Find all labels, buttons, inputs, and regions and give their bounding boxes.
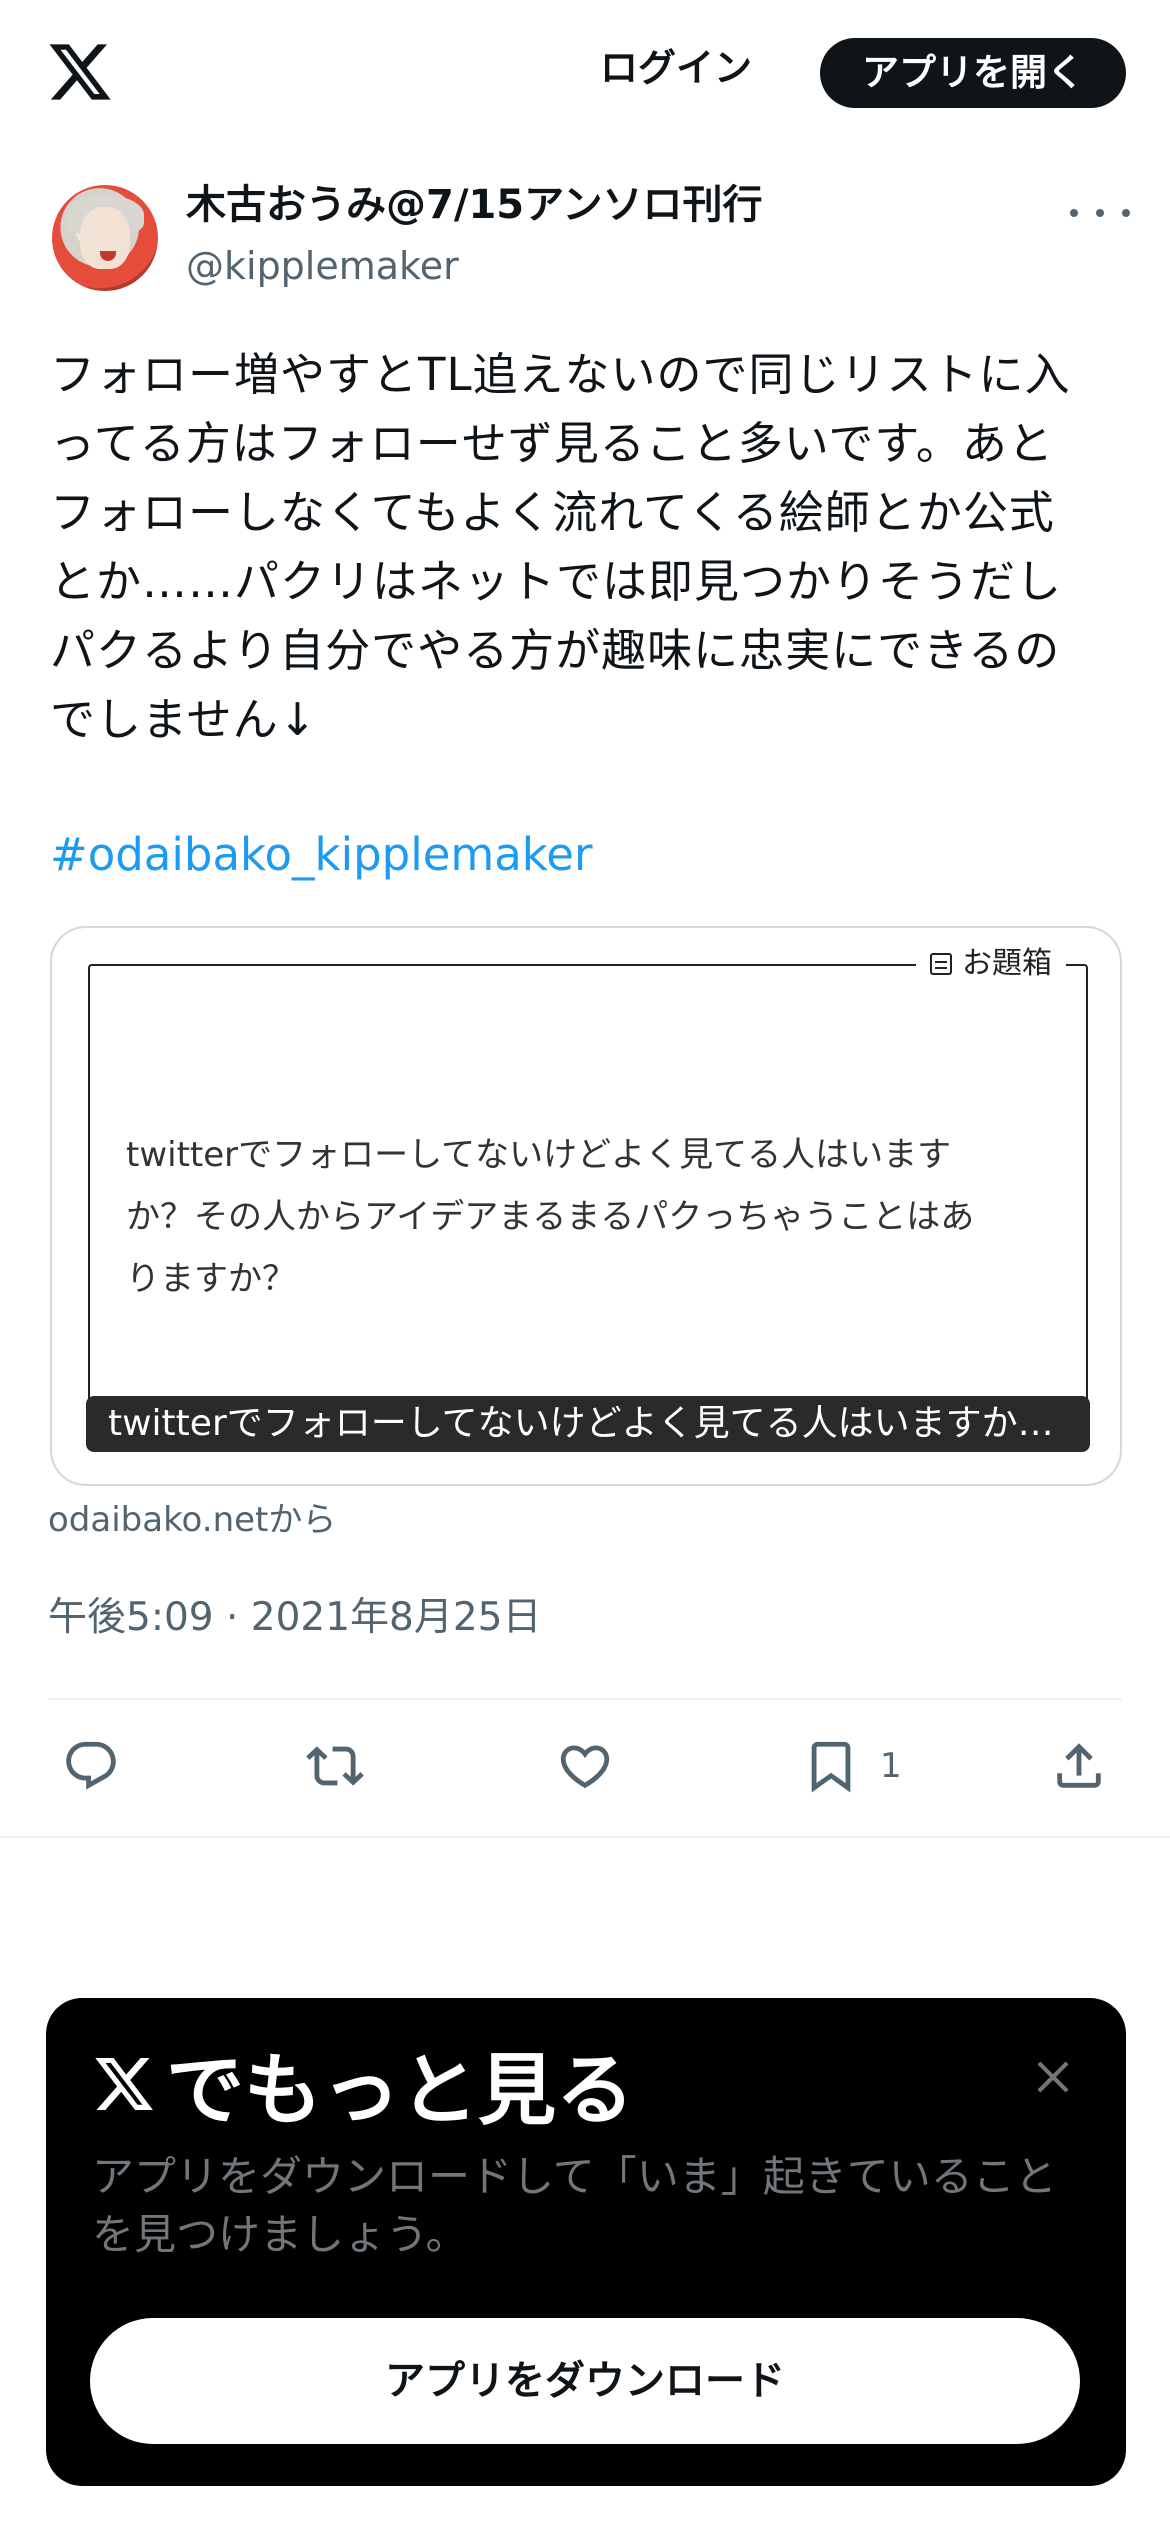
share-button[interactable] <box>1050 1736 1108 1796</box>
card-badge-label: お題箱 <box>962 946 1052 981</box>
x-logo-icon <box>95 2058 153 2110</box>
close-icon[interactable] <box>1028 2052 1078 2102</box>
promo-title: でもっと見る <box>92 2034 634 2136</box>
bookmark-count: 1 <box>880 1746 902 1786</box>
more-icon[interactable] <box>1070 190 1130 236</box>
more-dot <box>1070 209 1078 217</box>
download-app-button[interactable]: アプリをダウンロード <box>90 2318 1080 2444</box>
app-promo-banner: でもっと見る アプリをダウンロードして「いま」起きていること を見つけましょう。… <box>46 1998 1126 2486</box>
tweet-timestamp[interactable]: 午後5:09 · 2021年8月25日 <box>48 1590 541 1646</box>
box-icon <box>930 953 952 975</box>
promo-title-text: でもっと見る <box>166 2046 635 2136</box>
author-display-name[interactable]: 木古おうみ@7/15アンソロ刊行 <box>186 178 763 232</box>
x-logo-icon[interactable] <box>46 38 114 106</box>
avatar[interactable] <box>52 185 158 291</box>
reply-icon <box>66 1741 116 1790</box>
card-caption: twitterでフォローしてないけどよく見てる人はいますか… <box>86 1396 1090 1452</box>
bookmark-icon <box>811 1741 851 1793</box>
heart-icon <box>560 1745 610 1789</box>
like-button[interactable] <box>556 1736 614 1796</box>
login-link[interactable]: ログイン <box>600 38 752 98</box>
card-question-text: twitterでフォローしてないけどよく見てる人はいます か？その人からアイデア… <box>126 1135 975 1299</box>
link-card[interactable]: お題箱 twitterでフォローしてないけどよく見てる人はいます か？その人から… <box>50 926 1122 1486</box>
promo-description: アプリをダウンロードして「いま」起きていること を見つけましょう。 <box>92 2152 1057 2259</box>
retweet-button[interactable] <box>306 1736 364 1796</box>
retweet-icon <box>306 1746 364 1786</box>
reply-button[interactable] <box>62 1736 120 1796</box>
card-badge: お題箱 <box>916 944 1066 984</box>
divider <box>48 1698 1122 1700</box>
more-dot <box>1096 209 1104 217</box>
bookmark-button[interactable]: 1 <box>802 1736 902 1796</box>
tweet-text: フォロー増やすとTL追えないので同じリストに入 ってる方はフォローせず見ること多… <box>50 348 1071 746</box>
more-dot <box>1122 209 1130 217</box>
top-bar: ログイン アプリを開く <box>0 0 1170 150</box>
card-source[interactable]: odaibako.netから <box>48 1496 336 1544</box>
share-icon <box>1057 1743 1101 1788</box>
card-question-frame: お題箱 twitterでフォローしてないけどよく見てる人はいます か？その人から… <box>88 944 1088 1444</box>
divider <box>0 1836 1170 1838</box>
author-handle[interactable]: @kipplemaker <box>186 240 459 292</box>
hashtag-link[interactable]: #odaibako_kipplemaker <box>50 820 592 889</box>
open-app-button[interactable]: アプリを開く <box>820 38 1126 108</box>
